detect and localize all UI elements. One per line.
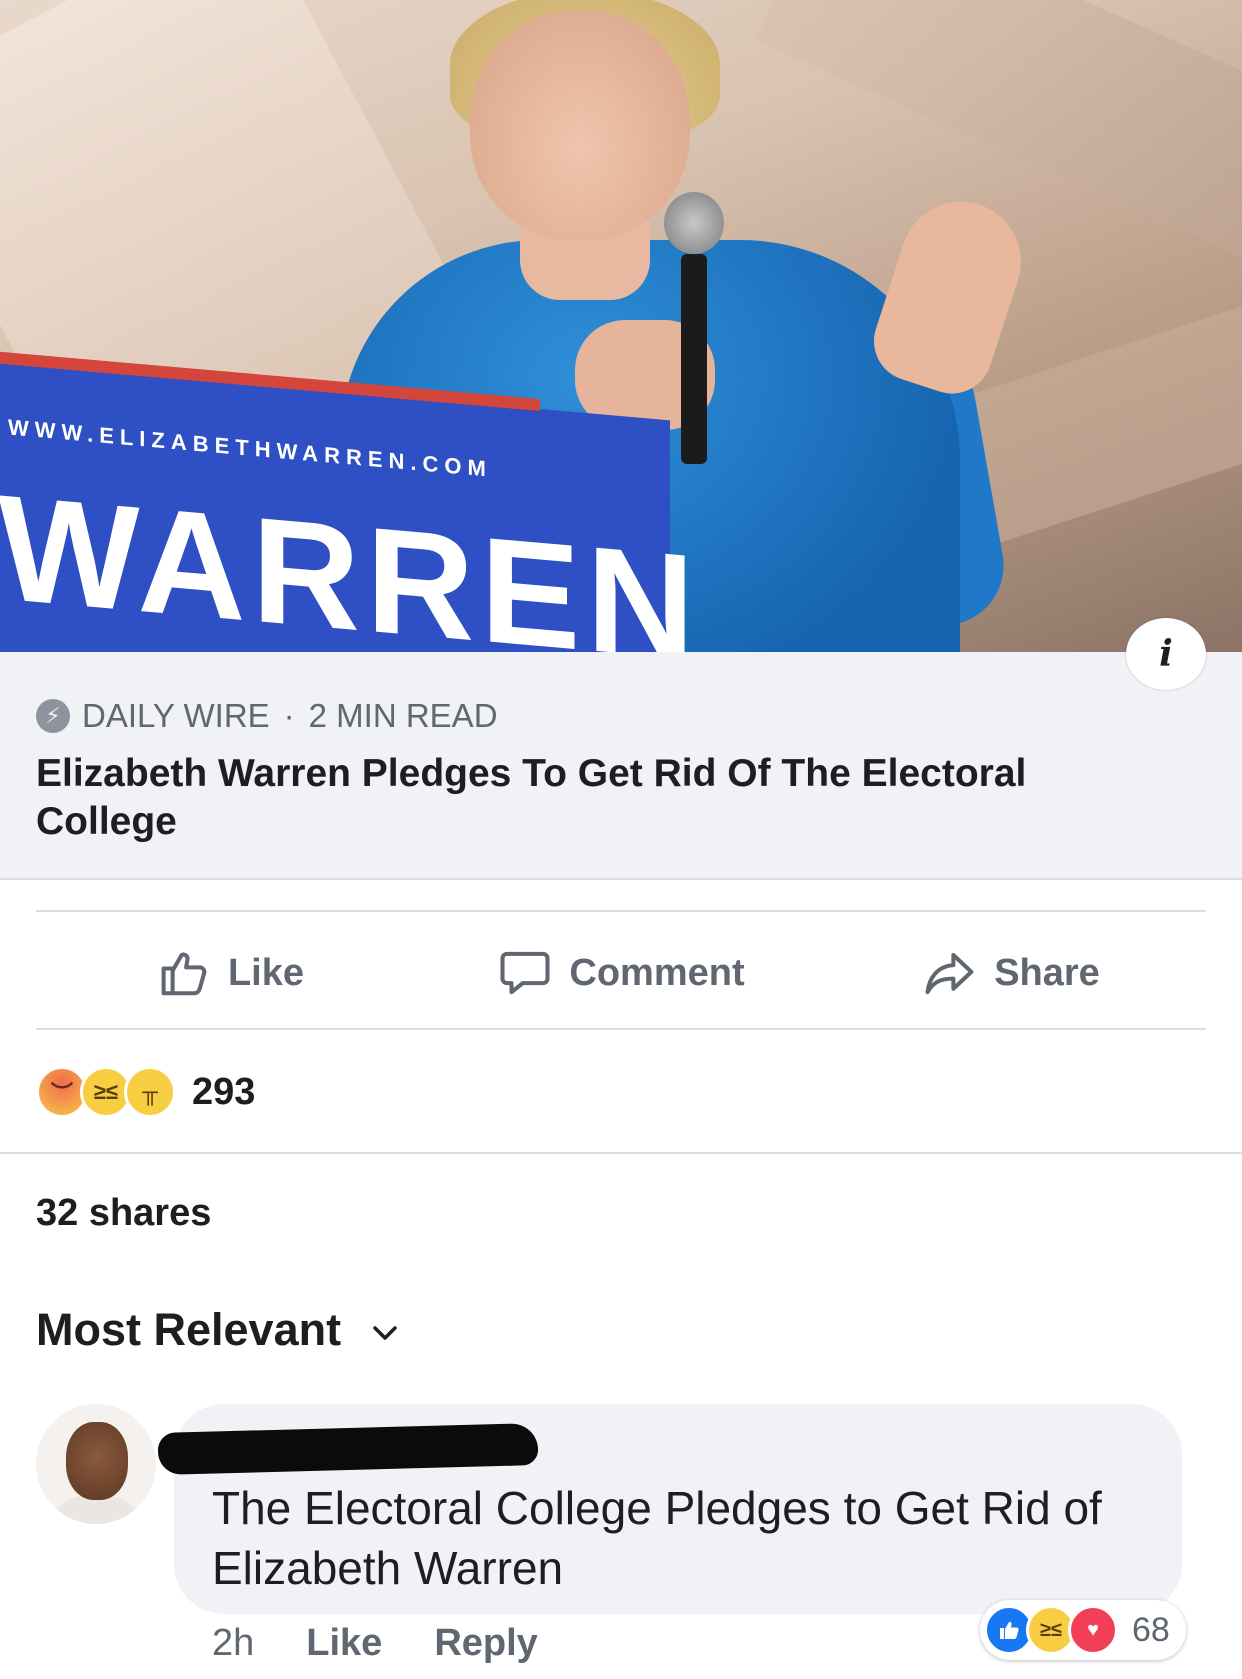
sort-label: Most Relevant [36, 1304, 342, 1355]
shares-count[interactable]: 32 shares [36, 1192, 211, 1235]
divider [36, 910, 1206, 912]
read-time: 2 MIN READ [308, 697, 498, 734]
meta-separator: · [283, 697, 295, 734]
thumbs-up-icon [161, 952, 207, 996]
comment-text: The Electoral College Pledges to Get Rid… [212, 1482, 1102, 1594]
reaction-count: 293 [192, 1070, 256, 1113]
section-divider [0, 1152, 1242, 1154]
like-label: Like [227, 951, 305, 994]
comment-label: Comment [569, 951, 745, 994]
like-button[interactable]: Like [36, 914, 426, 1032]
comment-like-button[interactable]: Like [306, 1622, 382, 1665]
share-button[interactable]: Share [816, 914, 1206, 1032]
comment-reaction-count: 68 [1132, 1610, 1170, 1649]
comment-time[interactable]: 2h [212, 1622, 254, 1665]
link-meta: ⚡ DAILY WIRE · 2 MIN READ [36, 696, 498, 736]
share-arrow-icon [925, 952, 974, 995]
comment-reaction-summary[interactable]: ≥≤ ♥ 68 [980, 1600, 1186, 1660]
comment-button[interactable]: Comment [426, 914, 816, 1032]
link-source: DAILY WIRE [82, 697, 270, 734]
podium-brand: WARREN [0, 462, 701, 652]
love-reaction-icon: ♥ [1068, 1605, 1118, 1655]
link-preview-image[interactable]: WWW.ELIZABETHWARREN.COM WARREN [0, 0, 1242, 652]
divider [36, 1028, 1206, 1030]
microphone [664, 192, 724, 464]
avatar[interactable] [36, 1404, 156, 1524]
comment-sort-dropdown[interactable]: Most Relevant [36, 1304, 399, 1356]
link-headline[interactable]: Elizabeth Warren Pledges To Get Rid Of T… [36, 750, 1146, 846]
info-icon[interactable]: i [1126, 618, 1206, 690]
sad-reaction-icon: ╥ [124, 1066, 176, 1118]
post-action-bar: Like Comment Share [36, 914, 1206, 1032]
comment-reply-button[interactable]: Reply [434, 1622, 537, 1665]
comment-meta: 2h Like Reply [212, 1622, 538, 1665]
reaction-summary[interactable]: ︶ ≥≤ ╥ 293 [36, 1062, 255, 1122]
instant-article-bolt-icon: ⚡ [36, 699, 70, 733]
comment-bubble-icon [500, 951, 550, 995]
link-caption[interactable]: ⚡ DAILY WIRE · 2 MIN READ Elizabeth Warr… [0, 652, 1242, 880]
share-label: Share [994, 951, 1100, 994]
chevron-down-icon [373, 1326, 397, 1340]
